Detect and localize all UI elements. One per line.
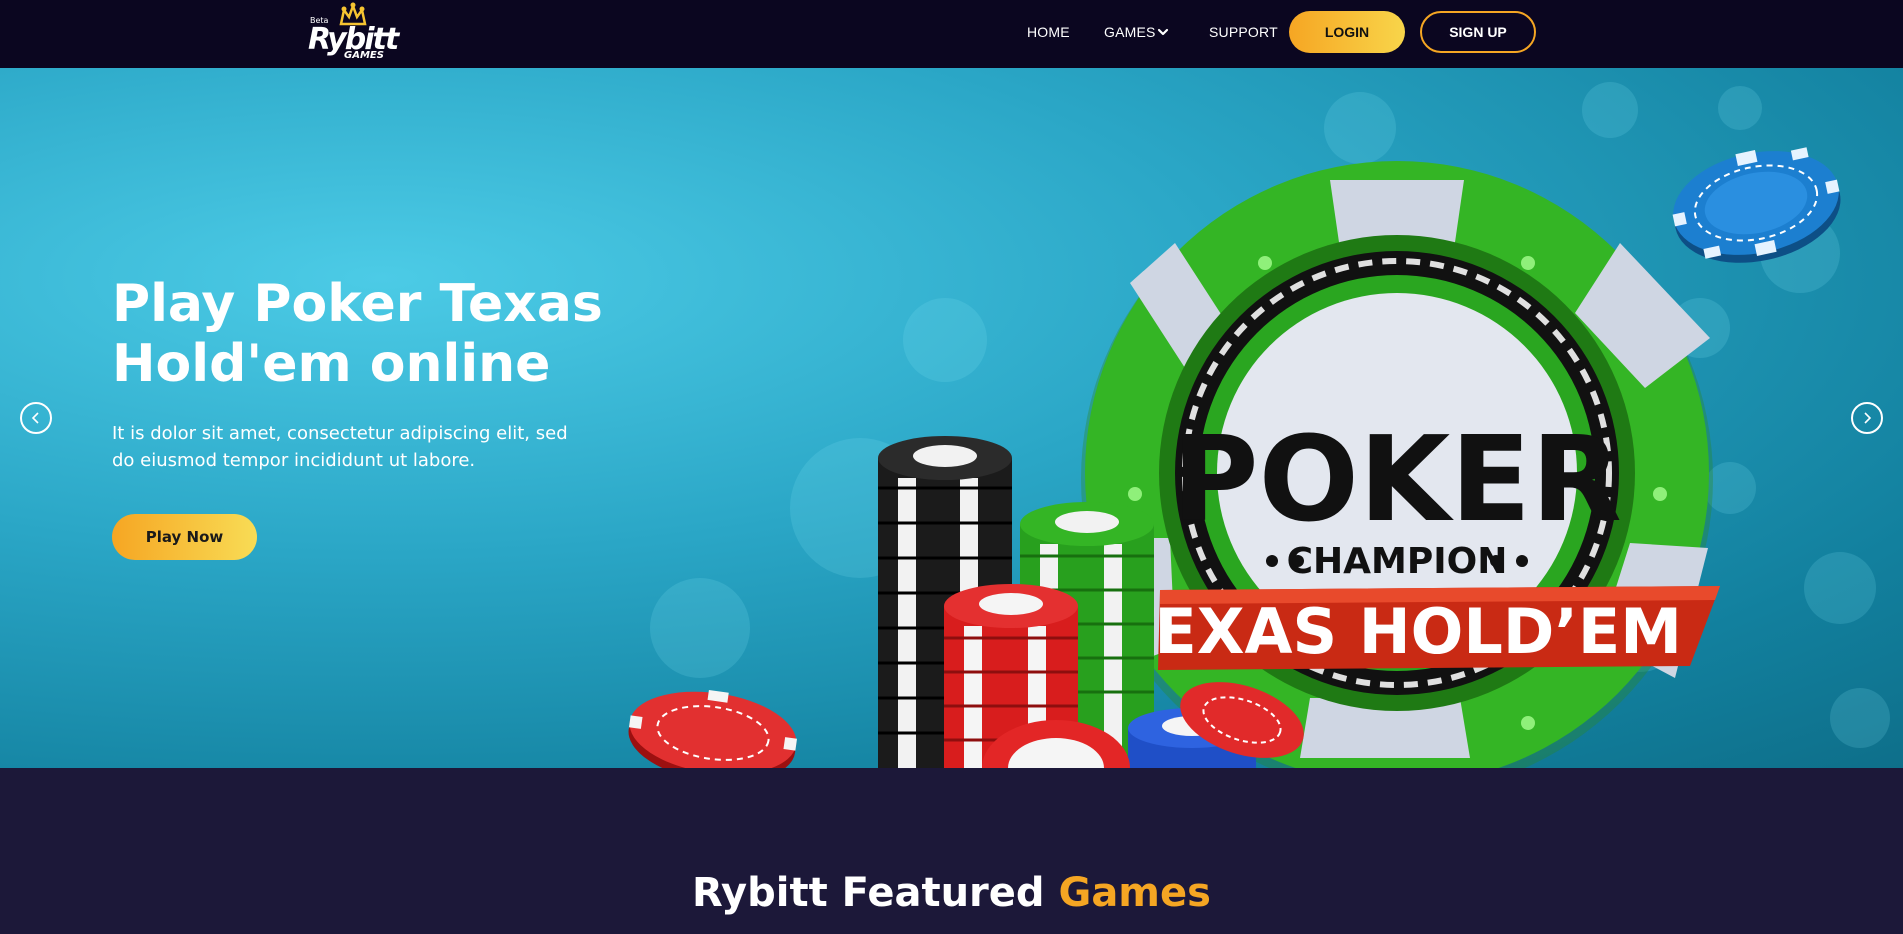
chevron-down-icon[interactable]: [1157, 26, 1169, 38]
chevron-left-icon: [31, 412, 39, 424]
nav-support[interactable]: SUPPORT: [1209, 24, 1278, 40]
chevron-right-icon: [1864, 412, 1872, 424]
logo-sub: GAMES: [344, 50, 384, 61]
slider-next-button[interactable]: [1851, 402, 1883, 434]
section-title-main: Rybitt Featured: [692, 870, 1059, 916]
section-title-accent: Games: [1058, 870, 1211, 916]
top-navbar: Beta Rybitt GAMES HOME GAMES SUPPORT LOG…: [0, 0, 1903, 68]
nav-games[interactable]: GAMES: [1104, 24, 1156, 40]
svg-text:POKER: POKER: [1172, 410, 1622, 548]
hero-slider: POKER CHAMPION TEXAS HOLD’EM Play Poker …: [0, 68, 1903, 768]
hero-title: Play Poker Texas Hold'em online: [112, 274, 603, 394]
login-button[interactable]: LOGIN: [1289, 11, 1405, 53]
svg-text:CHAMPION: CHAMPION: [1287, 541, 1508, 582]
signup-button[interactable]: SIGN UP: [1420, 11, 1536, 53]
slider-prev-button[interactable]: [20, 402, 52, 434]
play-now-button[interactable]: Play Now: [112, 514, 257, 560]
nav-home[interactable]: HOME: [1027, 24, 1070, 40]
section-title: Rybitt Featured Games: [0, 870, 1903, 916]
hero-description: It is dolor sit amet, consectetur adipis…: [112, 423, 568, 471]
svg-text:TEXAS HOLD’EM: TEXAS HOLD’EM: [1112, 595, 1682, 668]
featured-games-section: Rybitt Featured Games: [0, 768, 1903, 934]
rybitt-logo[interactable]: Beta Rybitt GAMES: [306, 2, 399, 64]
hero-illustration: POKER CHAMPION TEXAS HOLD’EM: [628, 82, 1890, 768]
main-poker-chip: POKER CHAMPION TEXAS HOLD’EM: [1081, 161, 1720, 768]
